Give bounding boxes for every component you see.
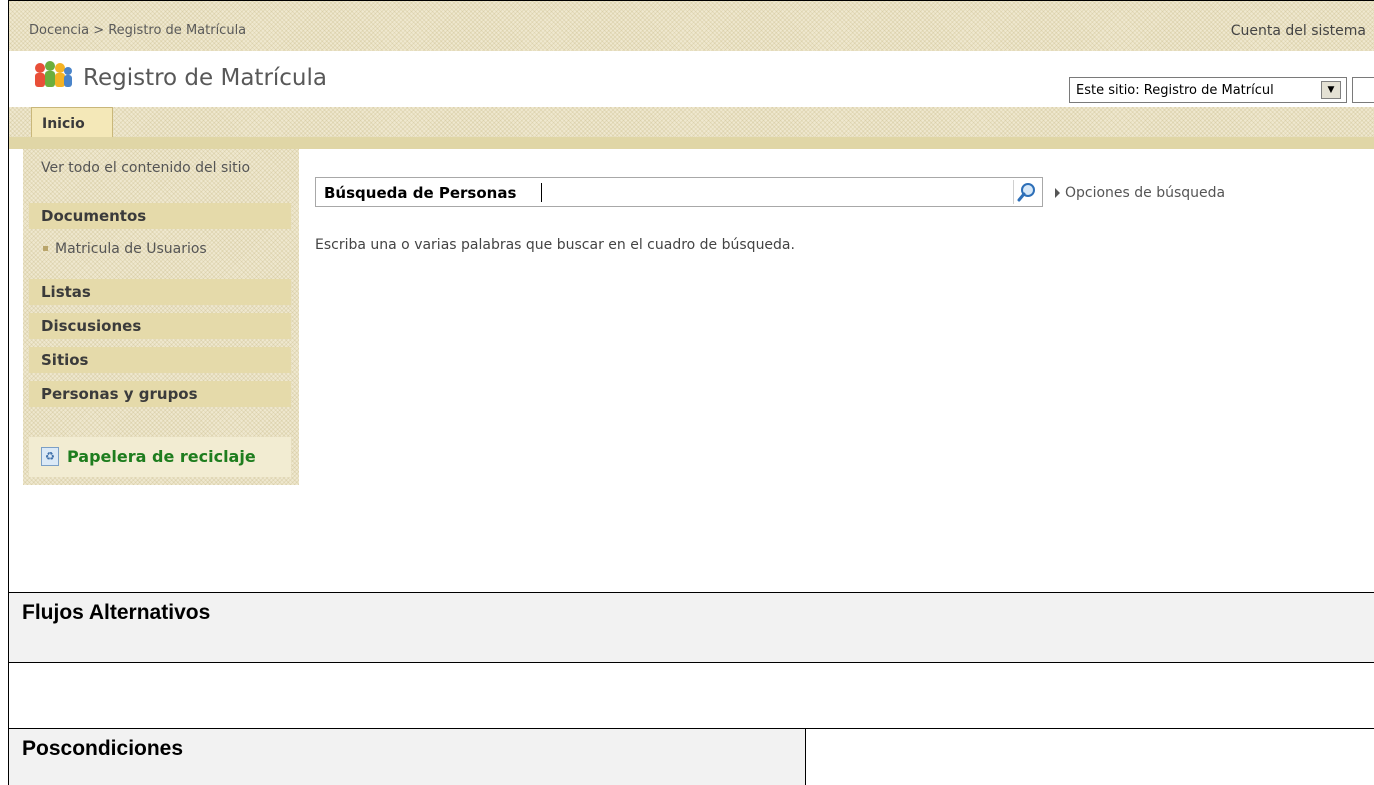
- bullet-icon: [43, 245, 48, 251]
- row-poscondiciones: Poscondiciones: [9, 729, 805, 785]
- breadcrumb[interactable]: Docencia > Registro de Matrícula: [29, 23, 246, 38]
- view-all-content-link[interactable]: Ver todo el contenido del sitio: [41, 159, 251, 178]
- chevron-down-icon[interactable]: ▼: [1321, 81, 1341, 99]
- search-button[interactable]: [1013, 180, 1039, 204]
- site-header: Registro de Matrícula Este sitio: Regist…: [9, 51, 1374, 107]
- nav-recycle-bin[interactable]: ♻ Papelera de reciclaje: [29, 437, 291, 477]
- search-hint: Escriba una o varias palabras que buscar…: [315, 237, 795, 253]
- tab-inicio-label: Inicio: [42, 116, 85, 132]
- search-scope-select[interactable]: Este sitio: Registro de Matrícul: [1069, 77, 1347, 103]
- nav-people-groups[interactable]: Personas y grupos: [29, 381, 291, 407]
- search-options-label: Opciones de búsqueda: [1065, 185, 1226, 201]
- table-column-divider: [805, 728, 806, 785]
- search-scope-value: Este sitio: Registro de Matrícul: [1076, 83, 1274, 98]
- nav-documents[interactable]: Documentos: [29, 203, 291, 229]
- row-flujos-alternativos: Flujos Alternativos: [9, 593, 1374, 662]
- recycle-bin-icon: ♻: [41, 447, 59, 466]
- top-bar: Docencia > Registro de Matrícula Cuenta …: [9, 1, 1374, 51]
- nav-lists[interactable]: Listas: [29, 279, 291, 305]
- people-logo-icon: [35, 61, 72, 87]
- triangle-right-icon: [1055, 188, 1060, 198]
- recycle-bin-label: Papelera de reciclaje: [67, 447, 256, 466]
- account-menu[interactable]: Cuenta del sistema: [1231, 23, 1366, 39]
- quick-launch-panel: Ver todo el contenido del sitio Document…: [29, 155, 291, 477]
- table-rule: [8, 662, 1374, 663]
- tab-underline: [9, 137, 1374, 149]
- screenshot: Docencia > Registro de Matrícula Cuenta …: [9, 1, 1374, 592]
- nav-item-matricula-label: Matricula de Usuarios: [55, 241, 207, 257]
- nav-discussions[interactable]: Discusiones: [29, 313, 291, 339]
- search-icon: [1017, 183, 1035, 202]
- nav-item-matricula[interactable]: Matricula de Usuarios: [43, 241, 207, 257]
- text-caret: [541, 183, 542, 202]
- nav-sites[interactable]: Sitios: [29, 347, 291, 373]
- search-value: Búsqueda de Personas: [324, 184, 517, 202]
- site-search-input[interactable]: [1352, 77, 1374, 103]
- search-options-link[interactable]: Opciones de búsqueda: [1055, 185, 1225, 201]
- site-title[interactable]: Registro de Matrícula: [83, 65, 327, 91]
- quick-launch: Ver todo el contenido del sitio Document…: [23, 149, 299, 485]
- people-search-input[interactable]: Búsqueda de Personas: [315, 177, 1043, 207]
